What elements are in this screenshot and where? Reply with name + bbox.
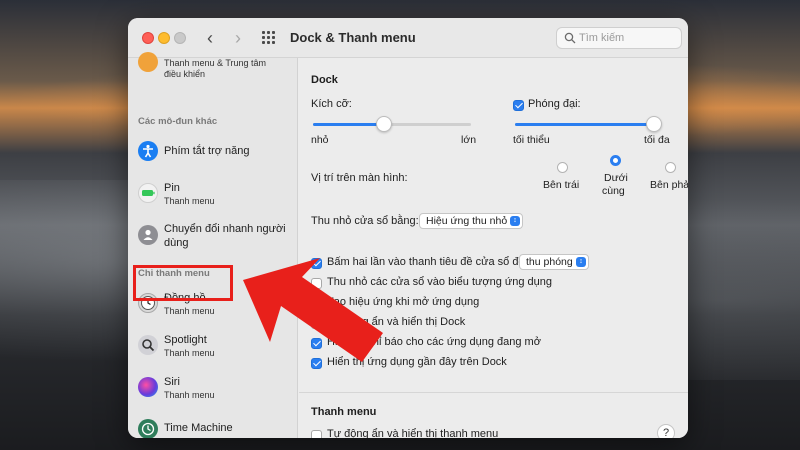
search-field[interactable] xyxy=(556,27,682,49)
sidebar-item-label: Chuyển đổi nhanh người xyxy=(164,223,286,235)
minimize-to-app-checkbox[interactable] xyxy=(311,278,322,289)
minimize-effect-value: Hiệu ứng thu nhỏ xyxy=(426,215,508,227)
sidebar-item-label-line2: dùng xyxy=(164,237,189,249)
position-bottom-radio[interactable] xyxy=(610,155,621,166)
user-switch-icon xyxy=(138,225,158,245)
size-slider-knob[interactable] xyxy=(376,116,392,132)
sidebar-item-label: Spotlight xyxy=(164,334,207,346)
section-divider xyxy=(299,392,688,393)
sidebar-item-sub: Thanh menu xyxy=(164,390,215,400)
control-center-icon xyxy=(138,52,158,72)
close-button[interactable] xyxy=(142,32,154,44)
show-recent-apps-checkbox[interactable] xyxy=(311,358,322,369)
position-left-radio[interactable] xyxy=(557,162,568,173)
minimize-effect-popup[interactable]: Hiệu ứng thu nhỏ ↕ xyxy=(419,213,523,229)
doubleclick-action-popup[interactable]: thu phóng ↕ xyxy=(519,254,589,270)
doubleclick-checkbox[interactable] xyxy=(311,258,322,269)
animate-opening-checkbox[interactable] xyxy=(311,298,322,309)
sidebar-item-battery[interactable]: Pin Thanh menu xyxy=(138,180,290,208)
window-title: Dock & Thanh menu xyxy=(290,30,416,45)
back-chevron-icon[interactable]: ‹ xyxy=(200,28,220,48)
autohide-menubar-label: Tự động ẩn và hiển thị thanh menu xyxy=(327,428,499,438)
position-right-radio[interactable] xyxy=(665,162,676,173)
doubleclick-action-value: thu phóng xyxy=(526,256,573,268)
magnification-checkbox[interactable] xyxy=(513,100,524,111)
annotation-highlight-box xyxy=(133,265,233,301)
position-left-label: Bên trái xyxy=(543,179,580,191)
magnification-slider-fill xyxy=(515,123,654,126)
forward-chevron-icon[interactable]: › xyxy=(228,28,248,48)
sidebar-item-control-center[interactable]: Thanh menu & Trung tâm điều khiển xyxy=(138,52,290,82)
dock-settings-pane: Dock Kích cỡ: nhỏ lớn Phóng đại: tối thi… xyxy=(299,58,688,438)
magnification-label: Phóng đại: xyxy=(528,98,581,110)
sidebar-item-sub: Thanh menu xyxy=(164,348,215,358)
help-button[interactable]: ? xyxy=(657,424,675,438)
autohide-menubar-checkbox[interactable] xyxy=(311,430,322,438)
popup-chevron-icon: ↕ xyxy=(576,257,586,267)
size-max-label: lớn xyxy=(461,134,477,146)
autohide-dock-checkbox[interactable] xyxy=(311,318,322,329)
show-indicators-label: Hiển thị chỉ báo cho các ứng dụng đang m… xyxy=(327,336,541,348)
show-indicators-checkbox[interactable] xyxy=(311,338,322,349)
menubar-heading: Thanh menu xyxy=(311,406,377,418)
sidebar-item-sub: Thanh menu xyxy=(164,196,215,206)
section-other-modules: Các mô-đun khác xyxy=(138,116,218,127)
dock-heading: Dock xyxy=(311,74,338,86)
sidebar-item-label: Pin xyxy=(164,182,180,194)
position-right-label: Bên phải xyxy=(650,179,688,191)
sidebar-item-sub: Thanh menu xyxy=(164,306,215,316)
position-bottom-label-line2: cùng xyxy=(602,185,625,197)
sidebar-item-label: Phím tắt trợ năng xyxy=(164,145,250,157)
search-input[interactable] xyxy=(579,30,677,46)
sidebar-item-accessibility[interactable]: Phím tắt trợ năng xyxy=(138,140,290,164)
magnification-slider-knob[interactable] xyxy=(646,116,662,132)
siri-icon xyxy=(138,377,158,397)
size-label: Kích cỡ: xyxy=(311,98,352,110)
zoom-button[interactable] xyxy=(174,32,186,44)
autohide-dock-label: Tự động ẩn và hiển thị Dock xyxy=(327,316,466,328)
minimize-effect-label: Thu nhỏ cửa sổ bằng: xyxy=(311,215,419,227)
sidebar-item-label: Siri xyxy=(164,376,180,388)
sidebar-item-sub: điều khiển xyxy=(164,69,206,79)
time-machine-icon xyxy=(138,419,158,438)
magnification-slider[interactable] xyxy=(515,116,662,132)
minimize-button[interactable] xyxy=(158,32,170,44)
sidebar-item-user-switch[interactable]: Chuyển đổi nhanh người dùng xyxy=(138,222,290,252)
magnification-min-label: tối thiểu xyxy=(513,134,550,146)
magnification-max-label: tối đa xyxy=(644,134,670,146)
sidebar-item-sub: Thanh menu & Trung tâm xyxy=(164,58,267,68)
accessibility-icon xyxy=(138,141,158,161)
preferences-window: ‹ › Dock & Thanh menu Thanh menu & Trung… xyxy=(128,18,688,438)
animate-opening-label: Tạo hiệu ứng khi mở ứng dụng xyxy=(327,296,480,308)
sidebar-item-siri[interactable]: Siri Thanh menu xyxy=(138,374,290,402)
minimize-to-app-label: Thu nhỏ các cửa sổ vào biểu tượng ứng dụ… xyxy=(327,276,553,288)
sidebar-item-spotlight[interactable]: Spotlight Thanh menu xyxy=(138,332,290,360)
doubleclick-label: Bấm hai lần vào thanh tiêu đề cửa sổ để xyxy=(327,256,525,268)
sidebar-item-time-machine[interactable]: Time Machine xyxy=(138,418,290,438)
popup-chevron-icon: ↕ xyxy=(510,216,520,226)
show-recent-apps-label: Hiển thị ứng dụng gần đây trên Dock xyxy=(327,356,507,368)
sidebar-item-label: Time Machine xyxy=(164,422,233,434)
size-slider-fill xyxy=(313,123,384,126)
position-bottom-label: Dưới xyxy=(604,172,628,184)
grid-icon[interactable] xyxy=(262,31,276,45)
size-min-label: nhỏ xyxy=(311,134,329,146)
size-slider[interactable] xyxy=(313,116,471,132)
search-icon xyxy=(564,32,576,44)
sidebar: Thanh menu & Trung tâm điều khiển Các mô… xyxy=(128,52,298,438)
spotlight-icon xyxy=(138,335,158,355)
battery-icon xyxy=(138,183,158,203)
position-label: Vị trí trên màn hình: xyxy=(311,172,408,184)
